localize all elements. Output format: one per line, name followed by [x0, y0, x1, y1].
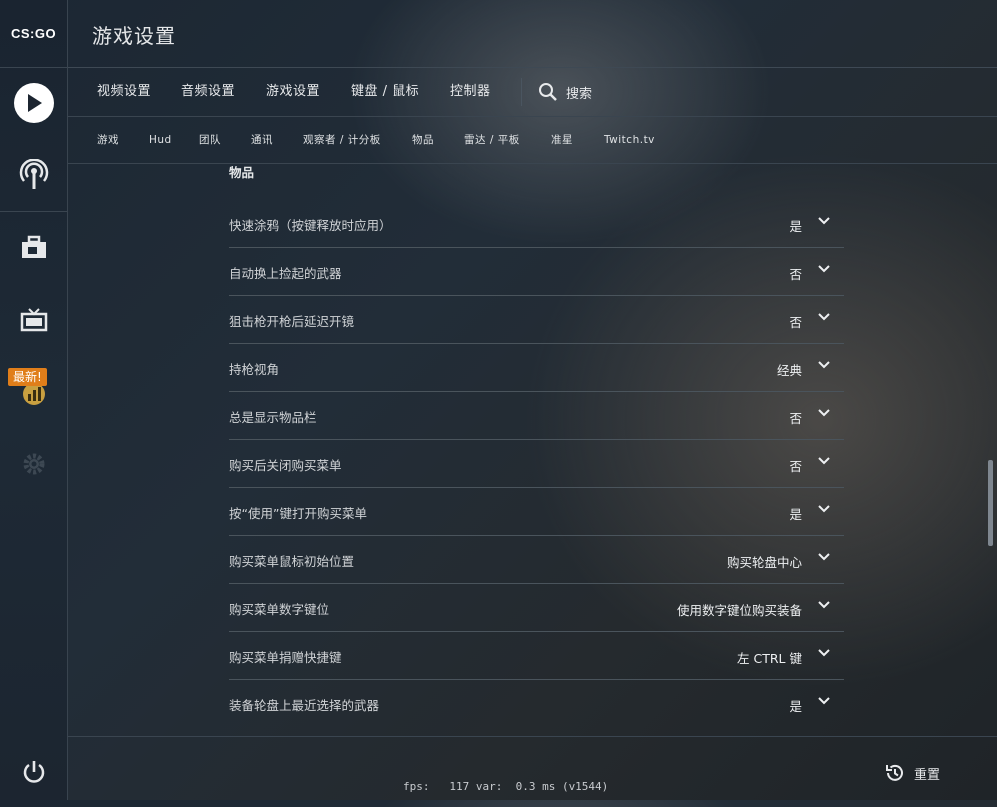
- sidebar: CS:GO 最新!: [0, 0, 68, 800]
- subtab-radar-tablet[interactable]: 雷达 / 平板: [464, 117, 520, 163]
- setting-row[interactable]: 总是显示物品栏 否: [229, 392, 844, 440]
- chevron-down-icon[interactable]: [818, 505, 830, 513]
- setting-value[interactable]: 是: [789, 216, 802, 235]
- setting-label: 快速涂鸦（按键释放时应用）: [229, 218, 392, 233]
- setting-label: 持枪视角: [229, 362, 280, 377]
- search-icon: [539, 83, 557, 101]
- setting-label: 总是显示物品栏: [229, 410, 317, 425]
- search-button[interactable]: 搜索: [538, 68, 592, 116]
- chevron-down-icon[interactable]: [818, 457, 830, 465]
- reset-label: 重置: [914, 767, 941, 783]
- chevron-down-icon[interactable]: [818, 313, 830, 321]
- inventory-button[interactable]: [0, 213, 67, 283]
- setting-row[interactable]: 快速涂鸦（按键释放时应用） 是: [229, 200, 844, 248]
- page-title: 游戏设置: [92, 24, 176, 48]
- section-title: 物品: [229, 165, 255, 180]
- settings-tabs: 视频设置 音频设置 游戏设置 键盘 / 鼠标 控制器 搜索: [68, 68, 997, 117]
- settings-button[interactable]: [0, 429, 67, 499]
- chevron-down-icon[interactable]: [818, 265, 830, 273]
- subtab-communication[interactable]: 通讯: [251, 117, 273, 163]
- power-icon: [23, 761, 44, 783]
- setting-label: 装备轮盘上最近选择的武器: [229, 698, 380, 713]
- subtab-team[interactable]: 团队: [199, 117, 221, 163]
- tab-keyboard-mouse[interactable]: 键盘 / 鼠标: [351, 68, 419, 116]
- history-icon: [886, 764, 903, 781]
- setting-value[interactable]: 否: [789, 264, 802, 283]
- setting-row[interactable]: 狙击枪开枪后延迟开镜 否: [229, 296, 844, 344]
- setting-value[interactable]: 否: [789, 408, 802, 427]
- settings-list: 快速涂鸦（按键释放时应用） 是 自动换上捡起的武器 否 狙击枪开枪后延迟开镜 否…: [229, 200, 844, 727]
- subtab-game[interactable]: 游戏: [97, 117, 119, 163]
- broadcast-button[interactable]: [0, 140, 67, 210]
- setting-row[interactable]: 购买菜单捐赠快捷键 左 CTRL 键: [229, 632, 844, 680]
- tab-game-settings[interactable]: 游戏设置: [266, 68, 320, 116]
- setting-label: 按“使用”键打开购买菜单: [229, 506, 367, 521]
- tv-icon: [20, 308, 47, 332]
- chevron-down-icon[interactable]: [818, 601, 830, 609]
- header: 游戏设置: [68, 0, 997, 68]
- setting-value[interactable]: 否: [789, 456, 802, 475]
- sidebar-divider: [0, 211, 67, 212]
- reset-button[interactable]: 重置: [884, 762, 940, 784]
- play-button[interactable]: [0, 68, 67, 138]
- setting-label: 购买菜单鼠标初始位置: [229, 554, 355, 569]
- chevron-down-icon[interactable]: [818, 409, 830, 417]
- chevron-down-icon[interactable]: [818, 697, 830, 705]
- setting-row[interactable]: 持枪视角 经典: [229, 344, 844, 392]
- setting-row[interactable]: 购买菜单鼠标初始位置 购买轮盘中心: [229, 536, 844, 584]
- scrollbar-thumb[interactable]: [988, 460, 993, 546]
- setting-label: 购买后关闭购买菜单: [229, 458, 342, 473]
- setting-label: 购买菜单数字键位: [229, 602, 330, 617]
- setting-value[interactable]: 是: [789, 696, 802, 715]
- csgo-logo: CS:GO: [0, 0, 67, 68]
- setting-row[interactable]: 自动换上捡起的武器 否: [229, 248, 844, 296]
- subtab-hud[interactable]: Hud: [149, 117, 172, 163]
- footer-divider: [68, 736, 997, 737]
- setting-label: 购买菜单捐赠快捷键: [229, 650, 342, 665]
- chevron-down-icon[interactable]: [818, 361, 830, 369]
- subtab-crosshair[interactable]: 准星: [551, 117, 573, 163]
- settings-subtabs: 游戏 Hud 团队 通讯 观察者 / 计分板 物品 雷达 / 平板 准星 Twi…: [68, 117, 997, 164]
- chevron-down-icon[interactable]: [818, 217, 830, 225]
- tab-audio-settings[interactable]: 音频设置: [181, 68, 235, 116]
- watch-button[interactable]: [0, 285, 67, 355]
- subtab-twitch[interactable]: Twitch.tv: [604, 117, 655, 163]
- antenna-icon: [19, 159, 48, 189]
- setting-row[interactable]: 装备轮盘上最近选择的武器 是: [229, 680, 844, 727]
- briefcase-icon: [21, 235, 46, 258]
- setting-row[interactable]: 购买后关闭购买菜单 否: [229, 440, 844, 488]
- chevron-down-icon[interactable]: [818, 649, 830, 657]
- new-badge: 最新!: [8, 368, 47, 386]
- setting-row[interactable]: 购买菜单数字键位 使用数字键位购买装备: [229, 584, 844, 632]
- play-icon: [13, 83, 54, 123]
- setting-value[interactable]: 购买轮盘中心: [727, 552, 802, 571]
- search-label: 搜索: [566, 86, 593, 102]
- chevron-down-icon[interactable]: [818, 553, 830, 561]
- setting-label: 狙击枪开枪后延迟开镜: [229, 314, 355, 329]
- subtab-items[interactable]: 物品: [412, 117, 434, 163]
- gear-icon: [23, 453, 44, 475]
- tab-divider: [521, 78, 522, 106]
- power-button[interactable]: [0, 737, 67, 807]
- setting-value[interactable]: 否: [789, 312, 802, 331]
- tab-video-settings[interactable]: 视频设置: [97, 68, 151, 116]
- tab-controller[interactable]: 控制器: [450, 68, 491, 116]
- setting-label: 自动换上捡起的武器: [229, 266, 342, 281]
- setting-value[interactable]: 使用数字键位购买装备: [677, 600, 802, 619]
- setting-value[interactable]: 经典: [777, 360, 802, 379]
- setting-row[interactable]: 按“使用”键打开购买菜单 是: [229, 488, 844, 536]
- setting-value[interactable]: 是: [789, 504, 802, 523]
- subtab-spectator-scoreboard[interactable]: 观察者 / 计分板: [303, 117, 381, 163]
- setting-value[interactable]: 左 CTRL 键: [737, 648, 802, 667]
- fps-readout: fps: 117 var: 0.3 ms (v1544): [403, 780, 609, 793]
